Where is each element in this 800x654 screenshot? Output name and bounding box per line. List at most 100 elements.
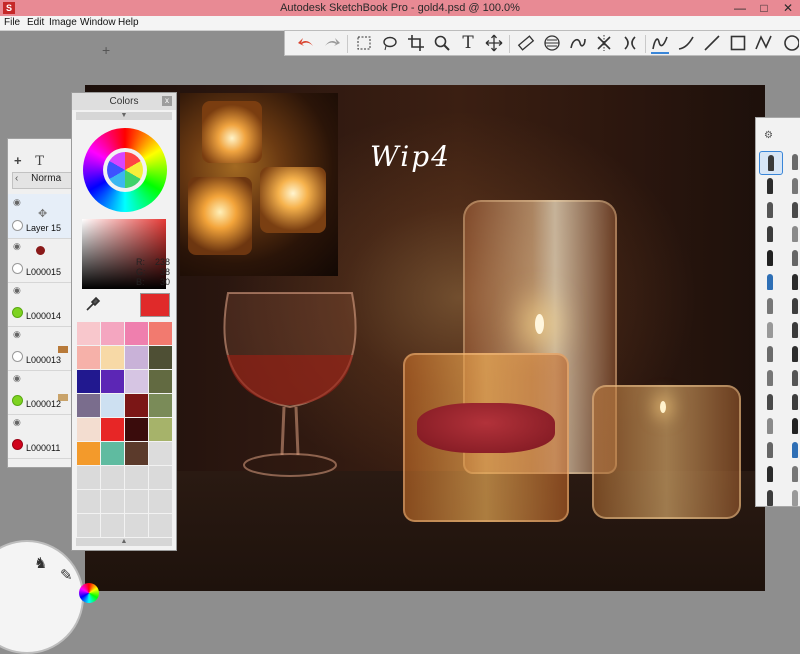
brush-preset-icon[interactable] (759, 487, 781, 509)
color-swatch[interactable] (125, 346, 148, 369)
color-swatch[interactable] (125, 322, 148, 345)
brush-preset-icon[interactable] (759, 271, 781, 293)
drawing-canvas[interactable]: Wip4 (85, 85, 765, 591)
brush-preset-icon[interactable] (759, 343, 781, 365)
color-swatch[interactable] (149, 370, 172, 393)
color-swatch[interactable] (149, 346, 172, 369)
minimize-button[interactable]: — (728, 0, 752, 16)
brush-preset-icon[interactable] (759, 415, 781, 437)
symmetry-y-icon[interactable] (621, 34, 639, 52)
color-swatch[interactable] (77, 442, 100, 465)
color-wheel[interactable] (83, 128, 167, 212)
brush-preset-icon[interactable] (759, 367, 781, 389)
text-icon[interactable]: T (459, 34, 477, 52)
pen-tool-icon[interactable]: ✎ (60, 566, 73, 584)
brush-preset-icon[interactable] (759, 295, 781, 317)
color-swatch[interactable] (101, 490, 124, 513)
layer-row[interactable]: ◉ L000015 (8, 238, 71, 283)
visibility-eye-icon[interactable]: ◉ (13, 197, 21, 208)
brush-preset-icon[interactable] (784, 391, 800, 413)
add-text-layer-icon[interactable]: T (35, 154, 44, 169)
curve-icon[interactable] (677, 34, 695, 52)
color-swatch[interactable] (149, 514, 172, 537)
layer-row[interactable]: ◉ ✥ Layer 15 (8, 194, 71, 239)
brush-preset-icon[interactable] (784, 151, 800, 173)
color-swatch[interactable] (149, 418, 172, 441)
close-panel-button[interactable]: x (162, 96, 172, 106)
blend-mode-select[interactable]: ‹ Norma (12, 172, 71, 189)
color-swatch[interactable] (77, 394, 100, 417)
brush-preset-icon[interactable] (784, 223, 800, 245)
brush-preset-icon[interactable] (784, 199, 800, 221)
layer-row[interactable]: ◉ L000013 (8, 326, 71, 371)
menu-file[interactable]: File (4, 17, 20, 28)
brush-settings-icon[interactable]: ⚙ (764, 130, 773, 141)
undo-icon[interactable] (297, 34, 315, 52)
brush-preset-icon[interactable] (784, 463, 800, 485)
brush-preset-icon[interactable] (759, 439, 781, 461)
color-swatch[interactable] (101, 346, 124, 369)
polyline-icon[interactable] (755, 34, 773, 52)
lasso-icon[interactable] (381, 34, 399, 52)
color-swatch[interactable] (101, 418, 124, 441)
visibility-eye-icon[interactable]: ◉ (13, 329, 21, 340)
close-button[interactable]: ✕ (776, 0, 800, 16)
color-swatch[interactable] (77, 346, 100, 369)
color-swatch[interactable] (77, 370, 100, 393)
zoom-icon[interactable] (433, 34, 451, 52)
rectangle-icon[interactable] (729, 34, 747, 52)
visibility-eye-icon[interactable]: ◉ (13, 241, 21, 252)
color-puck-icon[interactable] (79, 583, 99, 603)
color-swatch[interactable] (125, 394, 148, 417)
color-swatch[interactable] (101, 370, 124, 393)
color-swatch[interactable] (149, 394, 172, 417)
color-swatch[interactable] (149, 442, 172, 465)
ruler-icon[interactable] (517, 34, 535, 52)
color-swatch[interactable] (149, 466, 172, 489)
visibility-eye-icon[interactable]: ◉ (13, 285, 21, 296)
color-swatch[interactable] (101, 466, 124, 489)
visibility-eye-icon[interactable]: ◉ (13, 373, 21, 384)
redo-icon[interactable] (323, 34, 341, 52)
color-swatch[interactable] (101, 442, 124, 465)
brush-preset-icon[interactable] (784, 319, 800, 341)
color-swatch[interactable] (77, 322, 100, 345)
crop-icon[interactable] (407, 34, 425, 52)
brush-preset-icon[interactable] (759, 223, 781, 245)
brush-preset-icon[interactable] (784, 295, 800, 317)
brush-preset-icon[interactable] (759, 463, 781, 485)
ellipse-icon[interactable] (781, 34, 799, 52)
brush-preset-icon[interactable] (784, 487, 800, 509)
brush-preset-icon[interactable] (784, 343, 800, 365)
color-swatch[interactable] (125, 370, 148, 393)
hue-puck[interactable] (107, 152, 143, 188)
brush-preset-icon[interactable] (784, 367, 800, 389)
color-swatch[interactable] (77, 466, 100, 489)
brush-preset-icon[interactable] (759, 151, 783, 175)
line-icon[interactable] (703, 34, 721, 52)
brush-preset-icon[interactable] (759, 319, 781, 341)
layer-row[interactable]: ◉ L000011 (8, 414, 71, 459)
ellipse-guide-icon[interactable] (543, 34, 561, 52)
add-layer-icon[interactable]: + (14, 153, 22, 168)
brush-preset-icon[interactable] (784, 247, 800, 269)
color-swatch[interactable] (101, 394, 124, 417)
eyedropper-icon[interactable] (84, 295, 102, 313)
brush-preset-icon[interactable] (759, 391, 781, 413)
brush-preset-icon[interactable] (784, 439, 800, 461)
move-icon[interactable] (485, 34, 503, 52)
brush-preset-icon[interactable] (759, 199, 781, 221)
color-swatch[interactable] (125, 418, 148, 441)
collapse-arrow-icon[interactable]: ▼ (76, 112, 172, 120)
rect-select-icon[interactable] (355, 34, 373, 52)
current-color-swatch[interactable] (140, 293, 170, 317)
menu-image[interactable]: Image (49, 17, 77, 28)
brush-preset-icon[interactable] (784, 175, 800, 197)
color-swatch[interactable] (101, 514, 124, 537)
maximize-button[interactable]: □ (752, 0, 776, 16)
symmetry-x-icon[interactable] (595, 34, 613, 52)
expand-arrow-icon[interactable]: ▲ (76, 538, 172, 546)
french-curve-icon[interactable] (569, 34, 587, 52)
brush-tool-icon[interactable]: ♞ (34, 554, 47, 572)
brush-preset-icon[interactable] (759, 247, 781, 269)
